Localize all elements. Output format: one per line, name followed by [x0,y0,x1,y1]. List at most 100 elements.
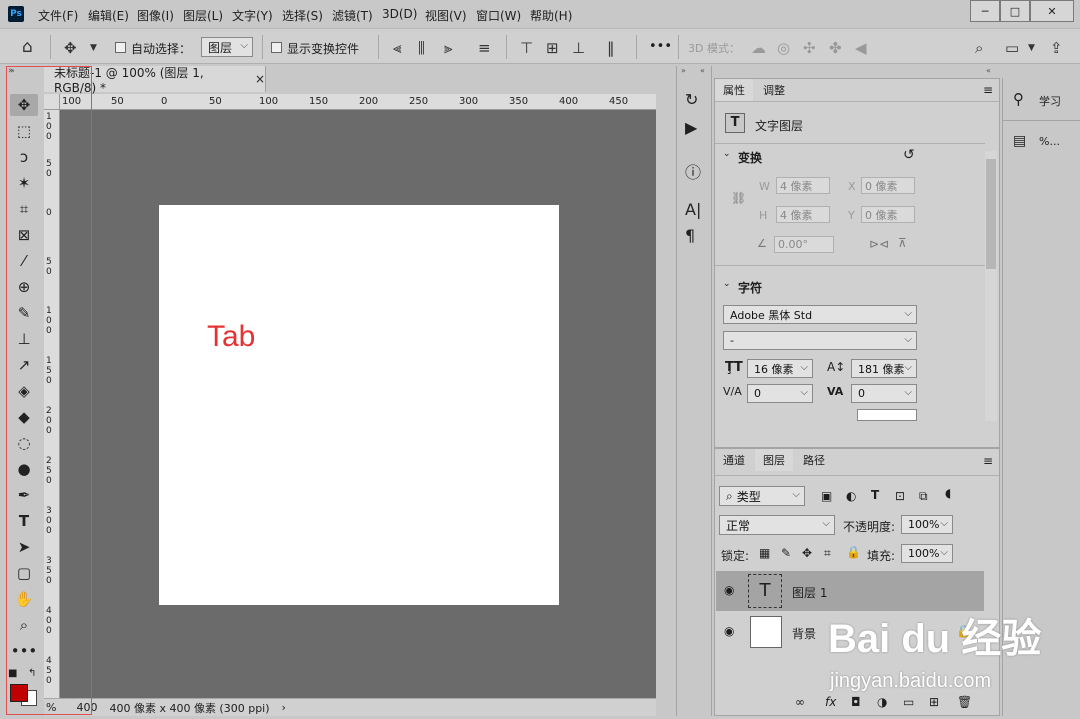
document-canvas[interactable] [159,205,559,605]
history-brush-tool-icon[interactable]: ↗ [10,354,38,376]
rectangle-tool-icon[interactable]: ▢ [10,562,38,584]
align-bottom-icon[interactable]: ⊥ [572,39,585,57]
paragraph-icon[interactable]: ¶ [685,226,695,245]
link-icon[interactable]: ∞ [795,695,805,709]
y-field[interactable]: 0 像素 [861,206,915,223]
blur-tool-icon[interactable]: ◌ [10,432,38,454]
panel-menu-icon[interactable]: ≡ [983,454,993,468]
maximize-button[interactable]: □ [1000,0,1030,22]
smart-object-filter-icon[interactable]: ⧉ [919,489,928,504]
font-size-select[interactable]: 16 像素 ⌵ [747,359,813,378]
type-filter-icon[interactable]: T [871,488,879,502]
pen-tool-icon[interactable]: ✒ [10,484,38,506]
layer-filter-select[interactable]: ⌕ 类型 ⌵ [719,486,805,506]
3d-rotate-icon[interactable]: ☁ [751,39,766,57]
tab-properties[interactable]: 属性 [715,79,753,101]
zoom-tool-icon[interactable]: ⌕ [10,614,38,636]
minimize-button[interactable]: ─ [970,0,1000,22]
menu-image[interactable]: 图像(I) [137,7,174,24]
3d-scale-icon[interactable]: ◀ [855,39,867,57]
align-left-icon[interactable]: ⫷ [393,39,401,57]
align-middle-icon[interactable]: ⊞ [546,39,559,57]
status-menu-arrow[interactable]: › [282,701,286,714]
trash-icon[interactable]: 🗑 [957,695,972,709]
menu-window[interactable]: 窗口(W) [476,7,521,24]
expand-icon[interactable]: « [700,66,705,75]
workspace-icon[interactable]: ▭ [1005,39,1019,57]
eraser-tool-icon[interactable]: ◈ [10,380,38,402]
3d-slide-icon[interactable]: ✤ [829,39,842,57]
link-dimensions-icon[interactable]: ⛓ [731,191,746,205]
lock-artboard-icon[interactable]: ⌗ [824,546,831,561]
lasso-tool-icon[interactable]: ↄ [10,146,38,168]
collapse-icon[interactable]: » [681,66,686,75]
auto-select-dropdown[interactable]: 图层 ⌵ [201,37,253,57]
character-icon[interactable]: A| [685,200,701,219]
adjustment-filter-icon[interactable]: ◐ [846,489,856,503]
more-options-button[interactable]: ••• [649,39,672,54]
healing-brush-tool-icon[interactable]: ⊕ [10,276,38,298]
close-window-button[interactable]: ✕ [1030,0,1074,22]
hand-tool-icon[interactable]: ✋ [10,588,38,610]
distribute-vertical-icon[interactable]: ‖ [607,39,615,57]
lock-all-icon[interactable]: 🔒 [846,545,861,559]
show-transform-checkbox[interactable] [271,42,282,53]
flip-horizontal-icon[interactable]: ⊳⊲ [869,237,889,251]
tab-paths[interactable]: 路径 [795,449,833,471]
collapse-section-icon[interactable]: ⌄ [723,279,731,289]
lock-transparent-icon[interactable]: ▦ [759,546,770,560]
menu-layer[interactable]: 图层(L) [183,7,223,24]
expand-icon[interactable]: « [986,66,991,75]
pixel-filter-icon[interactable]: ▣ [821,489,832,503]
height-field[interactable]: 4 像素 [776,206,830,223]
more-tools-icon[interactable]: ••• [10,640,38,662]
path-selection-tool-icon[interactable]: ➤ [10,536,38,558]
leading-select[interactable]: 181 像素 ⌵ [851,359,917,378]
share-icon[interactable]: ⇪ [1050,39,1063,57]
brush-tool-icon[interactable]: ✎ [10,302,38,324]
layer-name[interactable]: 图层 1 [792,584,827,601]
lightbulb-icon[interactable]: ⚲ [1013,90,1024,108]
filter-toggle-icon[interactable]: ◖ [945,486,951,500]
collapse-section-icon[interactable]: ⌄ [723,149,731,159]
libraries-label[interactable]: %... [1039,135,1060,148]
history-icon[interactable]: ↻ [685,90,698,109]
lock-position-icon[interactable]: ✥ [802,546,812,560]
close-tab-icon[interactable]: × [255,72,265,86]
layer-row-text[interactable]: ◉ T 图层 1 [716,571,984,611]
panel-collapse-icon[interactable]: » [8,66,14,76]
align-top-icon[interactable]: ⊤ [520,39,533,57]
opacity-field[interactable]: 100% ⌵ [901,515,953,534]
stamp-tool-icon[interactable]: ⊥ [10,328,38,350]
home-icon[interactable]: ⌂ [22,37,33,57]
layer-name[interactable]: 背景 [792,625,816,642]
align-right-icon[interactable]: ⫸ [444,39,452,57]
properties-scrollbar[interactable] [985,151,997,421]
font-style-select[interactable]: - ⌵ [723,331,917,350]
adjustment-icon[interactable]: ◑ [877,695,887,709]
search-icon[interactable]: ⌕ [975,39,983,57]
fx-icon[interactable]: fx [825,695,836,709]
font-family-select[interactable]: Adobe 黑体 Std ⌵ [723,305,917,324]
menu-filter[interactable]: 滤镜(T) [332,7,373,24]
align-center-icon[interactable]: ⫼ [418,39,425,57]
dodge-tool-icon[interactable]: ● [10,458,38,480]
paint-bucket-tool-icon[interactable]: ◆ [10,406,38,428]
menu-type[interactable]: 文字(Y) [232,7,273,24]
learn-label[interactable]: 学习 [1039,93,1061,109]
menu-view[interactable]: 视图(V) [425,7,467,24]
actions-play-icon[interactable]: ▶ [685,118,697,137]
tab-channels[interactable]: 通道 [715,449,753,471]
fill-field[interactable]: 100% ⌵ [901,544,953,563]
default-colors-icon[interactable]: ■ [8,668,17,679]
crop-tool-icon[interactable]: ⌗ [10,198,38,220]
angle-field[interactable]: 0.00° [774,236,834,253]
group-icon[interactable]: ▭ [903,695,914,709]
libraries-icon[interactable]: ▤ [1013,133,1026,149]
frame-tool-icon[interactable]: ⊠ [10,224,38,246]
chevron-down-icon[interactable]: ▼ [90,43,97,53]
move-tool-icon[interactable]: ✥ [64,39,77,57]
menu-3d[interactable]: 3D(D) [382,7,417,21]
kerning-select[interactable]: 0 ⌵ [747,384,813,403]
text-color-swatch[interactable] [857,409,917,421]
